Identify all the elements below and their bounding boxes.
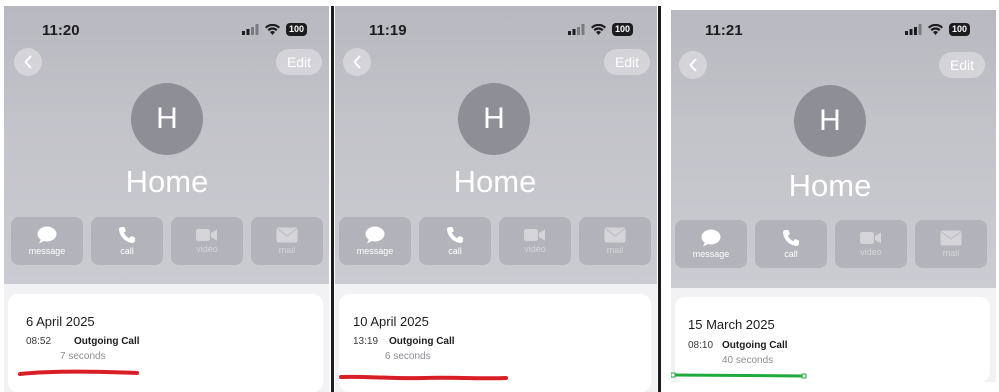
mail-button[interactable]: mail <box>251 217 323 265</box>
edit-button[interactable]: Edit <box>276 49 322 75</box>
cellular-signal-icon <box>242 24 259 35</box>
contact-name: Home <box>453 164 537 199</box>
contact-actions: message call video mail <box>339 217 651 265</box>
avatar: H <box>131 83 203 155</box>
contact-name: Home <box>788 168 872 203</box>
wifi-icon <box>265 24 280 35</box>
phone-icon <box>783 230 799 246</box>
call-date: 15 March 2025 <box>688 317 775 332</box>
call-type: Outgoing Call <box>389 336 455 347</box>
back-button[interactable] <box>679 51 707 79</box>
panel-divider <box>331 6 334 392</box>
avatar: H <box>458 83 530 155</box>
contact-actions: message call video mail <box>675 220 987 268</box>
back-button[interactable] <box>14 48 42 76</box>
phone-icon <box>447 227 463 243</box>
video-button-label: video <box>860 247 882 257</box>
cellular-signal-icon <box>905 24 922 35</box>
back-button[interactable] <box>343 48 371 76</box>
video-button[interactable]: video <box>835 220 907 268</box>
video-button[interactable]: video <box>171 217 243 265</box>
phone-icon <box>119 227 135 243</box>
message-icon <box>701 229 721 247</box>
call-date: 6 April 2025 <box>26 314 95 329</box>
call-detail-panel-3: 11:21 100 Edit H Home message call video <box>671 10 996 382</box>
message-button[interactable]: message <box>339 217 411 265</box>
mail-button[interactable]: mail <box>915 220 987 268</box>
status-time: 11:21 <box>705 22 743 39</box>
battery-indicator: 100 <box>949 23 971 36</box>
call-button[interactable]: call <box>91 217 163 265</box>
message-icon <box>365 226 385 244</box>
call-button[interactable]: call <box>755 220 827 268</box>
avatar: H <box>794 85 866 157</box>
call-time: 13:19 <box>353 336 379 347</box>
wifi-icon <box>591 24 606 35</box>
video-icon <box>196 229 217 241</box>
call-button-label: call <box>784 249 798 259</box>
chevron-left-icon <box>24 55 32 69</box>
contact-name: Home <box>125 164 209 199</box>
screenshot-comparison: 11:20 100 Edit H Home message call video <box>0 0 999 392</box>
status-time: 11:19 <box>369 22 407 39</box>
edit-button[interactable]: Edit <box>604 49 650 75</box>
red-underline-mark <box>18 369 139 376</box>
video-button-label: video <box>196 244 218 254</box>
call-date: 10 April 2025 <box>353 314 429 329</box>
status-time: 11:20 <box>42 22 80 39</box>
call-duration: 40 seconds <box>722 355 774 366</box>
video-button-label: video <box>524 244 546 254</box>
call-button[interactable]: call <box>419 217 491 265</box>
call-detail-panel-1: 11:20 100 Edit H Home message call video <box>4 6 329 392</box>
video-button[interactable]: video <box>499 217 571 265</box>
call-type: Outgoing Call <box>722 340 788 351</box>
message-button[interactable]: message <box>11 217 83 265</box>
edit-button[interactable]: Edit <box>939 52 985 78</box>
call-duration: 7 seconds <box>60 351 106 362</box>
battery-indicator: 100 <box>286 23 308 36</box>
video-icon <box>524 229 545 241</box>
mail-button-label: mail <box>278 245 296 255</box>
wifi-icon <box>928 24 943 35</box>
call-time: 08:10 <box>688 340 714 351</box>
status-icons: 100 <box>905 23 971 36</box>
message-button-label: message <box>692 249 730 259</box>
call-history-card: 15 March 2025 08:10 Outgoing Call 40 sec… <box>675 297 990 382</box>
call-duration: 6 seconds <box>385 351 431 362</box>
message-button[interactable]: message <box>675 220 747 268</box>
green-underline-mark <box>671 372 807 379</box>
cellular-signal-icon <box>568 24 585 35</box>
contact-actions: message call video mail <box>11 217 323 265</box>
mail-icon <box>604 227 626 243</box>
message-icon <box>37 226 57 244</box>
message-button-label: message <box>28 246 66 256</box>
call-detail-panel-2: 11:19 100 Edit H Home message call video <box>335 6 657 392</box>
call-type: Outgoing Call <box>74 336 140 347</box>
panel-divider <box>658 6 661 392</box>
call-button-label: call <box>120 246 134 256</box>
call-button-label: call <box>448 246 462 256</box>
mail-button[interactable]: mail <box>579 217 651 265</box>
status-icons: 100 <box>568 23 634 36</box>
mail-icon <box>276 227 298 243</box>
mail-button-label: mail <box>606 245 624 255</box>
call-time: 08:52 <box>26 336 52 347</box>
red-underline-mark <box>339 374 508 381</box>
status-icons: 100 <box>242 23 308 36</box>
mail-icon <box>940 230 962 246</box>
chevron-left-icon <box>353 55 361 69</box>
video-icon <box>860 232 881 244</box>
chevron-left-icon <box>689 58 697 72</box>
battery-indicator: 100 <box>612 23 634 36</box>
message-button-label: message <box>356 246 394 256</box>
mail-button-label: mail <box>942 248 960 258</box>
